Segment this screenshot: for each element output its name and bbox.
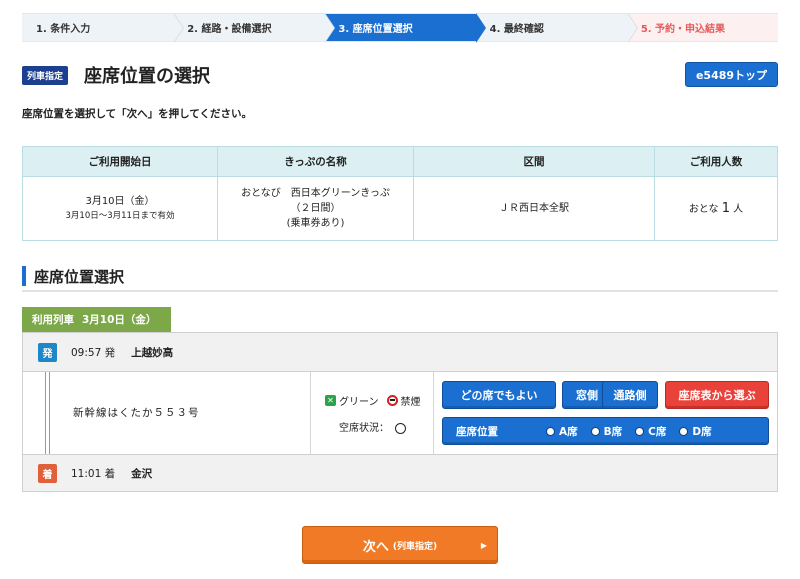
departure-station: 上越妙高 <box>131 346 174 359</box>
departure-tag: 発 <box>38 342 57 362</box>
passengers-label: おとな <box>688 203 719 215</box>
green-car-icon: ✕ <box>325 395 336 406</box>
legend-green-label: グリーン <box>339 397 379 408</box>
seat-b-radio[interactable] <box>590 426 600 436</box>
step-2-label: 2. 経路・設備選択 <box>187 24 272 35</box>
step-4-label: 4. 最終確認 <box>489 24 544 35</box>
seat-a-label: A席 <box>559 425 578 438</box>
seat-b-label: B席 <box>603 425 623 438</box>
seat-option-b[interactable]: B席 <box>590 424 623 439</box>
ticket-info-table: ご利用開始日 きっぷの名称 区間 ご利用人数 3月10日（金） 3月10日～3月… <box>22 146 778 241</box>
next-button[interactable]: 次へ (列車指定) ▶ <box>302 526 498 564</box>
passengers-cell: おとな 1 人 <box>654 176 778 241</box>
departure-row: 発 09:57 発 上越妙高 <box>23 333 777 371</box>
ticket-name-cell: おとなび 西日本グリーンきっぷ （２日間） (乗車券あり) <box>217 176 414 241</box>
seat-a-radio[interactable] <box>546 426 555 436</box>
next-button-label: 次へ <box>362 539 389 555</box>
seat-c-label: C席 <box>648 425 667 438</box>
step-4: 4. 最終確認 <box>475 13 638 43</box>
train-tab-label: 利用列車 <box>32 314 74 326</box>
step-2: 2. 経路・設備選択 <box>173 13 336 43</box>
step-1-label: 1. 条件入力 <box>36 24 91 35</box>
train-name: 新幹線はくたか５５３号 <box>73 407 200 419</box>
valid-period: 3月10日～3月11日まで有効 <box>65 210 175 221</box>
title-row: 列車指定 座席位置の選択 e5489トップ <box>22 62 778 88</box>
departure-time: 09:57 発 <box>71 346 116 359</box>
train-reservation-badge: 列車指定 <box>22 66 69 85</box>
vacancy-available-icon <box>395 422 407 434</box>
vacancy-label: 空席状況： <box>339 423 389 434</box>
e5489-top-button[interactable]: e5489トップ <box>685 62 778 87</box>
ticket-name-line1: おとなび 西日本グリーンきっぷ <box>241 188 390 199</box>
step-1: 1. 条件入力 <box>22 13 185 43</box>
rail-line <box>45 372 50 455</box>
instruction-text: 座席位置を選択して「次へ」を押してください。 <box>22 108 253 120</box>
seat-option-a[interactable]: A席 <box>546 424 578 439</box>
vacancy-status: 空席状況： <box>339 419 407 434</box>
train-row: 新幹線はくたか５５３号 ✕ グリーン 禁煙 空席状況： どの席でもよい 窓側 通… <box>23 371 777 455</box>
section-title: 座席位置選択 <box>34 268 125 286</box>
train-tab-date: 3月10日（金） <box>82 314 157 326</box>
start-date: 3月10日（金） <box>85 195 155 207</box>
step-5: 5. 予約・申込結果 <box>626 13 779 42</box>
chevron-right-icon: ▶ <box>480 540 487 550</box>
section-accent-bar <box>22 266 26 286</box>
arrival-tag: 着 <box>38 464 57 483</box>
seat-option-d[interactable]: D席 <box>679 424 712 439</box>
any-seat-button[interactable]: どの席でもよい <box>442 381 556 409</box>
arrival-row: 着 11:01 着 金沢 <box>23 454 777 492</box>
header-start-date: ご利用開始日 <box>22 146 218 177</box>
seat-map-button[interactable]: 座席表から選ぶ <box>665 381 769 409</box>
aisle-seat-button[interactable]: 通路側 <box>602 381 658 409</box>
section-heading: 座席位置選択 <box>22 264 778 292</box>
train-box: 発 09:57 発 上越妙高 新幹線はくたか５５３号 ✕ グリーン 禁煙 空席状… <box>22 332 778 492</box>
ticket-name-line3: (乗車券あり) <box>286 218 345 229</box>
seat-position-selector: 座席位置 A席 B席 C席 D席 <box>442 417 769 445</box>
seat-option-c[interactable]: C席 <box>635 424 666 439</box>
next-button-sub: (列車指定) <box>392 541 438 552</box>
legend-nosmoking-label: 禁煙 <box>400 397 421 408</box>
seat-d-label: D席 <box>692 425 712 438</box>
train-status: ✕ グリーン 禁煙 空席状況： <box>310 372 434 455</box>
header-passengers: ご利用人数 <box>654 146 778 177</box>
passengers-count: 1 <box>721 200 730 216</box>
no-smoking-icon <box>386 395 398 406</box>
page-title: 座席位置の選択 <box>84 66 210 87</box>
progress-steps: 1. 条件入力 2. 経路・設備選択 3. 座席位置選択 4. 最終確認 5. … <box>22 13 779 43</box>
step-5-label: 5. 予約・申込結果 <box>640 24 726 35</box>
seat-legend: ✕ グリーン 禁煙 <box>325 393 421 408</box>
arrival-time: 11:01 着 <box>71 468 116 480</box>
seat-position-label: 座席位置 <box>456 425 498 438</box>
step-3-label: 3. 座席位置選択 <box>338 24 413 35</box>
passengers-unit: 人 <box>733 203 744 215</box>
header-section: 区間 <box>413 146 655 177</box>
header-ticket-name: きっぷの名称 <box>217 146 414 177</box>
seat-d-radio[interactable] <box>679 426 689 436</box>
step-3-current: 3. 座席位置選択 <box>324 13 486 43</box>
start-date-cell: 3月10日（金） 3月10日～3月11日まで有効 <box>22 176 218 241</box>
section-cell: ＪＲ西日本全駅 <box>413 176 655 241</box>
train-date-tab: 利用列車 3月10日（金） <box>22 307 171 332</box>
seat-c-radio[interactable] <box>635 426 645 436</box>
arrival-station: 金沢 <box>131 468 153 480</box>
ticket-name-line2: （２日間） <box>290 203 341 214</box>
